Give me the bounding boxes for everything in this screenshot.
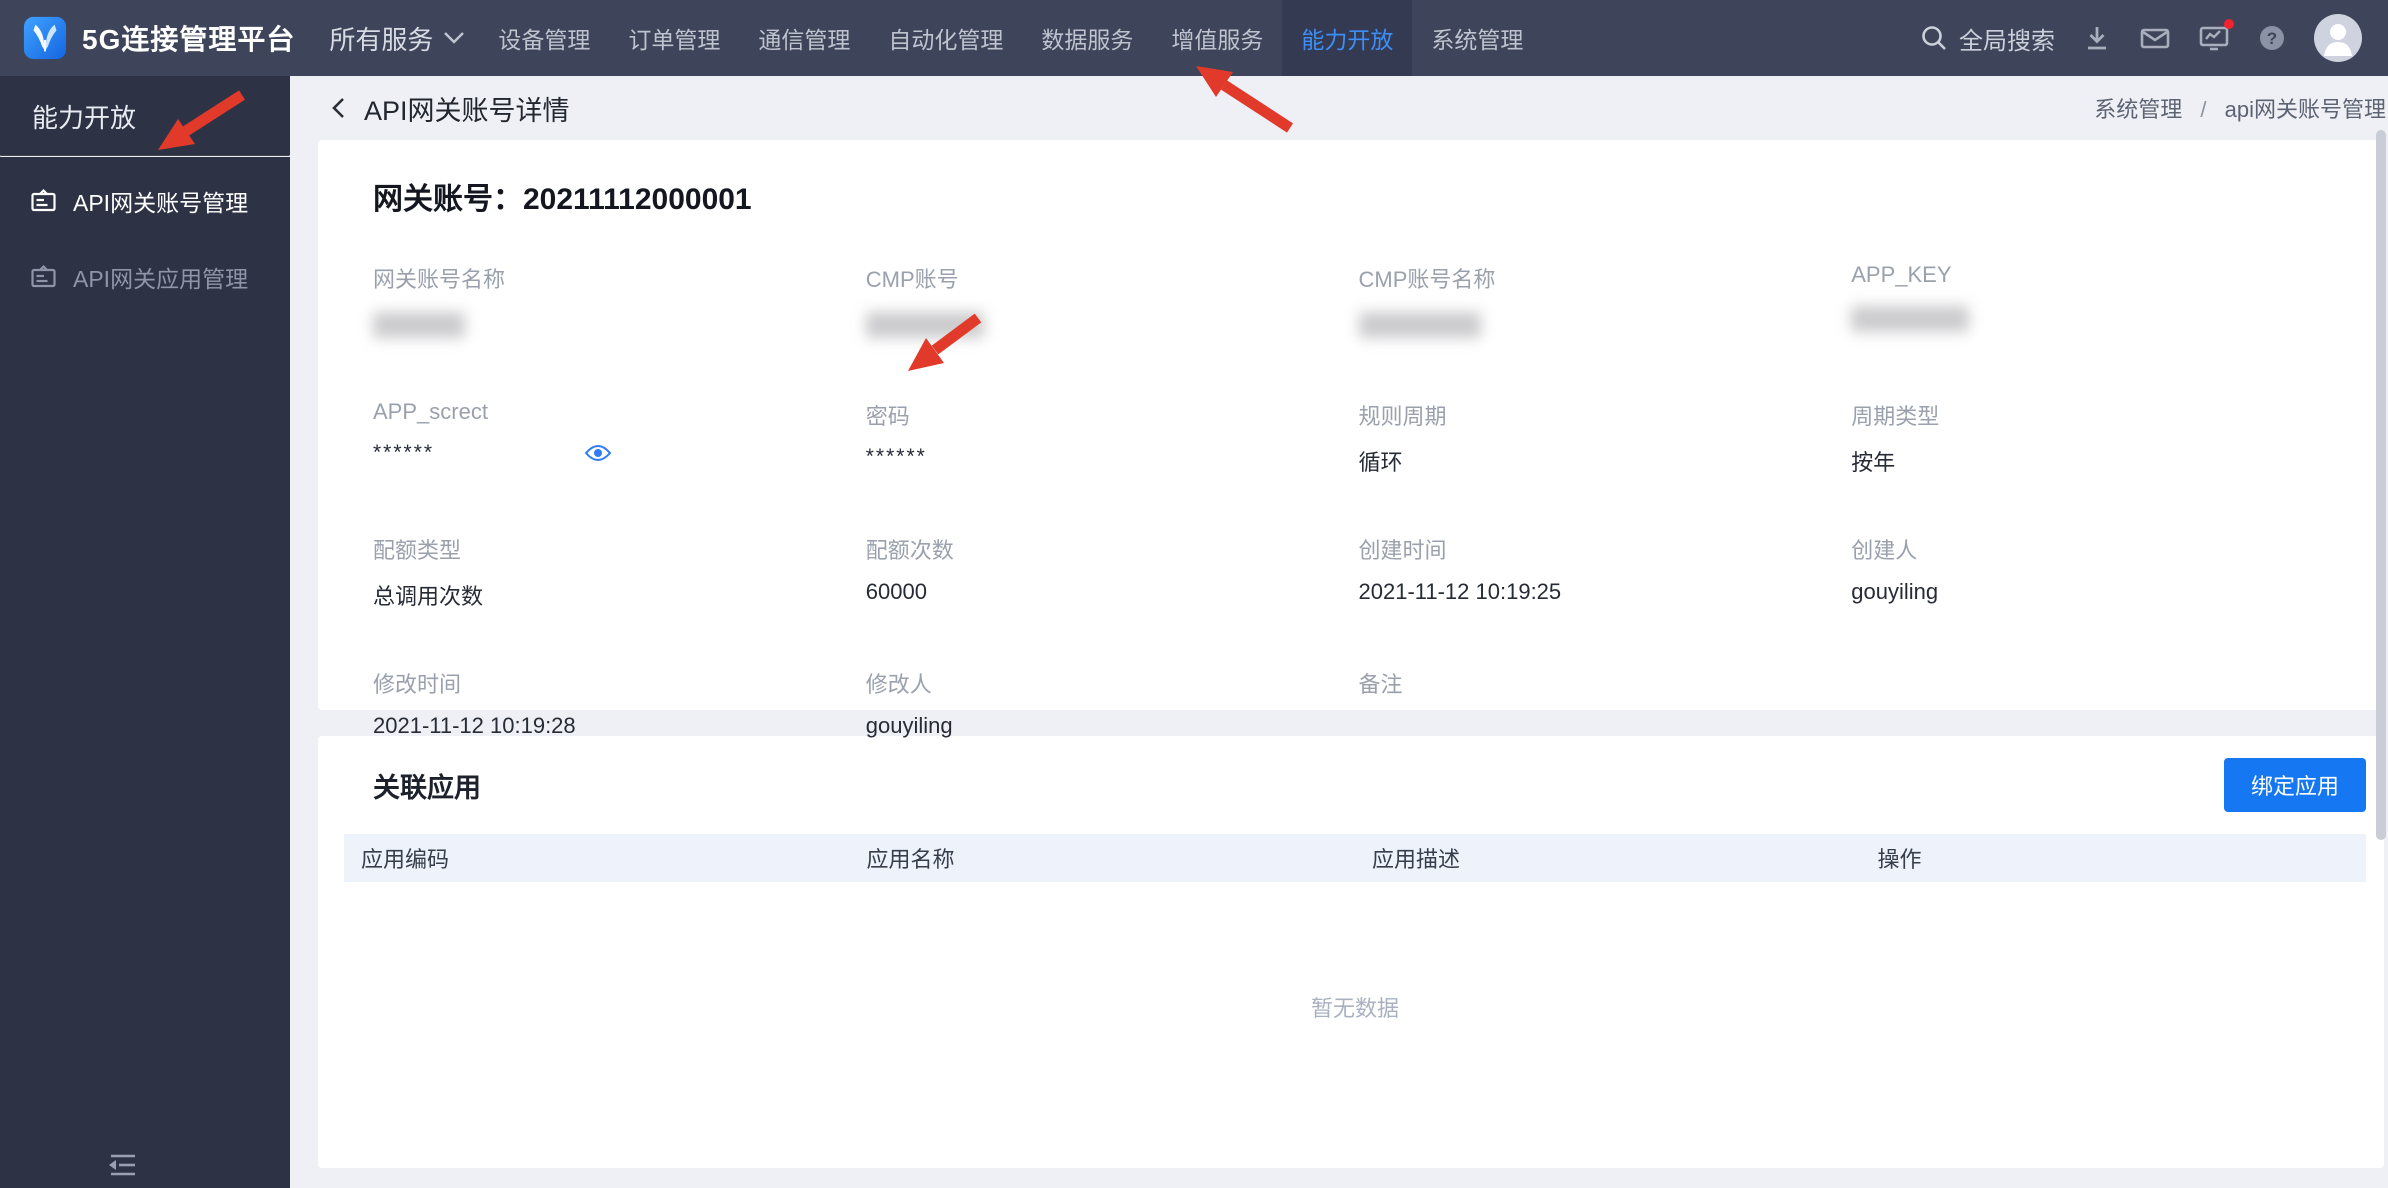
back-button[interactable] [326, 93, 352, 123]
messages-button[interactable] [2139, 23, 2171, 53]
nav-item-all-services[interactable]: 所有服务 [323, 0, 479, 76]
clipboard-icon [31, 188, 56, 211]
platform-title: 5G连接管理平台 [82, 24, 296, 55]
sidebar: 能力开放 API网关账号管理 API网关应用管理 [0, 76, 290, 1188]
gateway-account-label: 网关账号： [373, 183, 523, 216]
gateway-account-detail-card: 网关账号：20211112000001 网关账号名称 CMP账号 CMP账号名称… [318, 140, 2384, 738]
sidebar-item-api-gateway-account-mgmt[interactable]: API网关账号管理 [0, 169, 290, 233]
search-icon [1922, 26, 1946, 50]
field-create-time: 创建时间 2021-11-12 10:19:25 [1358, 538, 1562, 604]
download-icon [2088, 27, 2106, 50]
help-icon: ? [2260, 26, 2284, 50]
related-apps-header: 关联应用 绑定应用 [344, 758, 2366, 812]
column-header-app-desc: 应用描述 [1372, 847, 1461, 872]
related-apps-table-header: 应用编码 应用名称 应用描述 操作 [344, 834, 2366, 882]
nav-item-capability-open[interactable]: 能力开放 [1282, 0, 1413, 76]
nav-item-automation-mgmt[interactable]: 自动化管理 [869, 0, 1022, 76]
sidebar-collapse-button[interactable] [104, 1150, 140, 1180]
detail-field-grid: 网关账号名称 CMP账号 CMP账号名称 APP_KEY APP_screct … [373, 262, 2344, 741]
empty-state-text: 暂无数据 [1310, 996, 1399, 1021]
bind-app-button[interactable]: 绑定应用 [2223, 758, 2366, 812]
sidebar-section-title: 能力开放 [32, 103, 137, 133]
nav-item-comm-mgmt[interactable]: 通信管理 [739, 0, 869, 76]
download-button[interactable] [2082, 23, 2112, 53]
sidebar-item-label: API网关应用管理 [73, 266, 249, 292]
back-chevron-icon [332, 98, 344, 118]
page-header: API网关账号详情 系统管理 / api网关账号管理 [290, 76, 2388, 140]
masked-value: ****** [865, 445, 927, 468]
field-cycle-type: 周期类型 按年 [1851, 404, 1940, 475]
field-app-secret: APP_screct ****** [373, 399, 866, 477]
field-modifier: 修改人 gouyiling [865, 672, 953, 738]
field-creator: 创建人 gouyiling [1851, 538, 1939, 604]
user-avatar[interactable] [2314, 14, 2362, 62]
field-gateway-account-name: 网关账号名称 [373, 262, 866, 343]
field-empty-cell [1851, 667, 2344, 741]
field-quota-count: 配额次数 60000 [865, 538, 954, 604]
menu-fold-icon [109, 1154, 135, 1176]
redacted-value [1851, 306, 1970, 332]
related-apps-title: 关联应用 [373, 772, 481, 803]
redacted-value [865, 312, 984, 338]
field-cmp-account: CMP账号 [865, 262, 1359, 343]
mail-icon [2140, 28, 2170, 49]
field-modify-time: 修改时间 2021-11-12 10:19:28 [373, 672, 576, 738]
nav-item-order-mgmt[interactable]: 订单管理 [609, 0, 739, 76]
main-content: API网关账号详情 系统管理 / api网关账号管理 网关账号：20211112… [290, 76, 2388, 1188]
help-button[interactable]: ? [2257, 23, 2287, 53]
gateway-account-number: 20211112000001 [523, 183, 752, 216]
svg-text:?: ? [2267, 29, 2277, 48]
notification-badge [2224, 19, 2234, 29]
sidebar-item-api-gateway-app-mgmt[interactable]: API网关应用管理 [0, 245, 290, 309]
related-apps-card: 关联应用 绑定应用 应用编码 应用名称 应用描述 操作 暂无数据 [318, 736, 2384, 1168]
redacted-value [1358, 312, 1481, 338]
page-title: API网关账号详情 [364, 95, 570, 126]
masked-value: ****** [373, 441, 435, 464]
breadcrumb: 系统管理 / api网关账号管理 [2094, 92, 2388, 124]
top-navbar: 5G连接管理平台 所有服务 设备管理 订单管理 通信管理 自动化管理 数据服务 … [0, 0, 2388, 76]
platform-logo-icon [23, 16, 67, 60]
breadcrumb-separator: / [2200, 97, 2207, 122]
field-app-key: APP_KEY [1851, 262, 2344, 343]
nav-item-system-mgmt[interactable]: 系统管理 [1412, 0, 1542, 76]
field-remark: 备注 [1358, 672, 1403, 697]
chevron-down-icon [444, 32, 465, 44]
nav-item-data-service[interactable]: 数据服务 [1022, 0, 1152, 76]
sidebar-item-label: API网关账号管理 [73, 190, 249, 216]
breadcrumb-parent[interactable]: 系统管理 [2094, 97, 2182, 122]
monitor-button[interactable] [2198, 19, 2234, 53]
sidebar-divider [0, 155, 290, 157]
field-rule-cycle: 规则周期 循环 [1358, 404, 1447, 475]
column-header-actions: 操作 [1877, 847, 1922, 872]
breadcrumb-current: api网关账号管理 [2224, 97, 2386, 122]
gateway-account-title: 网关账号：20211112000001 [373, 174, 2344, 218]
field-password: 密码 ****** [866, 399, 1359, 477]
global-search-label: 全局搜索 [1959, 27, 2055, 55]
redacted-value [373, 312, 465, 338]
platform-logo[interactable]: 5G连接管理平台 [0, 15, 295, 61]
nav-right-tools: 全局搜索 ? [1919, 14, 2388, 62]
eye-icon [584, 445, 612, 461]
main-nav: 所有服务 设备管理 订单管理 通信管理 自动化管理 数据服务 增值服务 能力开放… [323, 0, 1542, 76]
clipboard-icon [31, 264, 56, 287]
nav-item-device-mgmt[interactable]: 设备管理 [479, 0, 609, 76]
column-header-app-name: 应用名称 [866, 847, 955, 872]
nav-item-value-added[interactable]: 增值服务 [1152, 0, 1282, 76]
field-cmp-account-name: CMP账号名称 [1358, 262, 1852, 343]
reveal-secret-button[interactable] [584, 442, 612, 464]
field-quota-type: 配额类型 总调用次数 [373, 538, 484, 609]
avatar-person-icon [2324, 24, 2352, 56]
column-header-app-code: 应用编码 [361, 847, 450, 872]
global-search[interactable]: 全局搜索 [1919, 21, 2055, 56]
vertical-scrollbar-thumb[interactable] [2376, 130, 2386, 840]
